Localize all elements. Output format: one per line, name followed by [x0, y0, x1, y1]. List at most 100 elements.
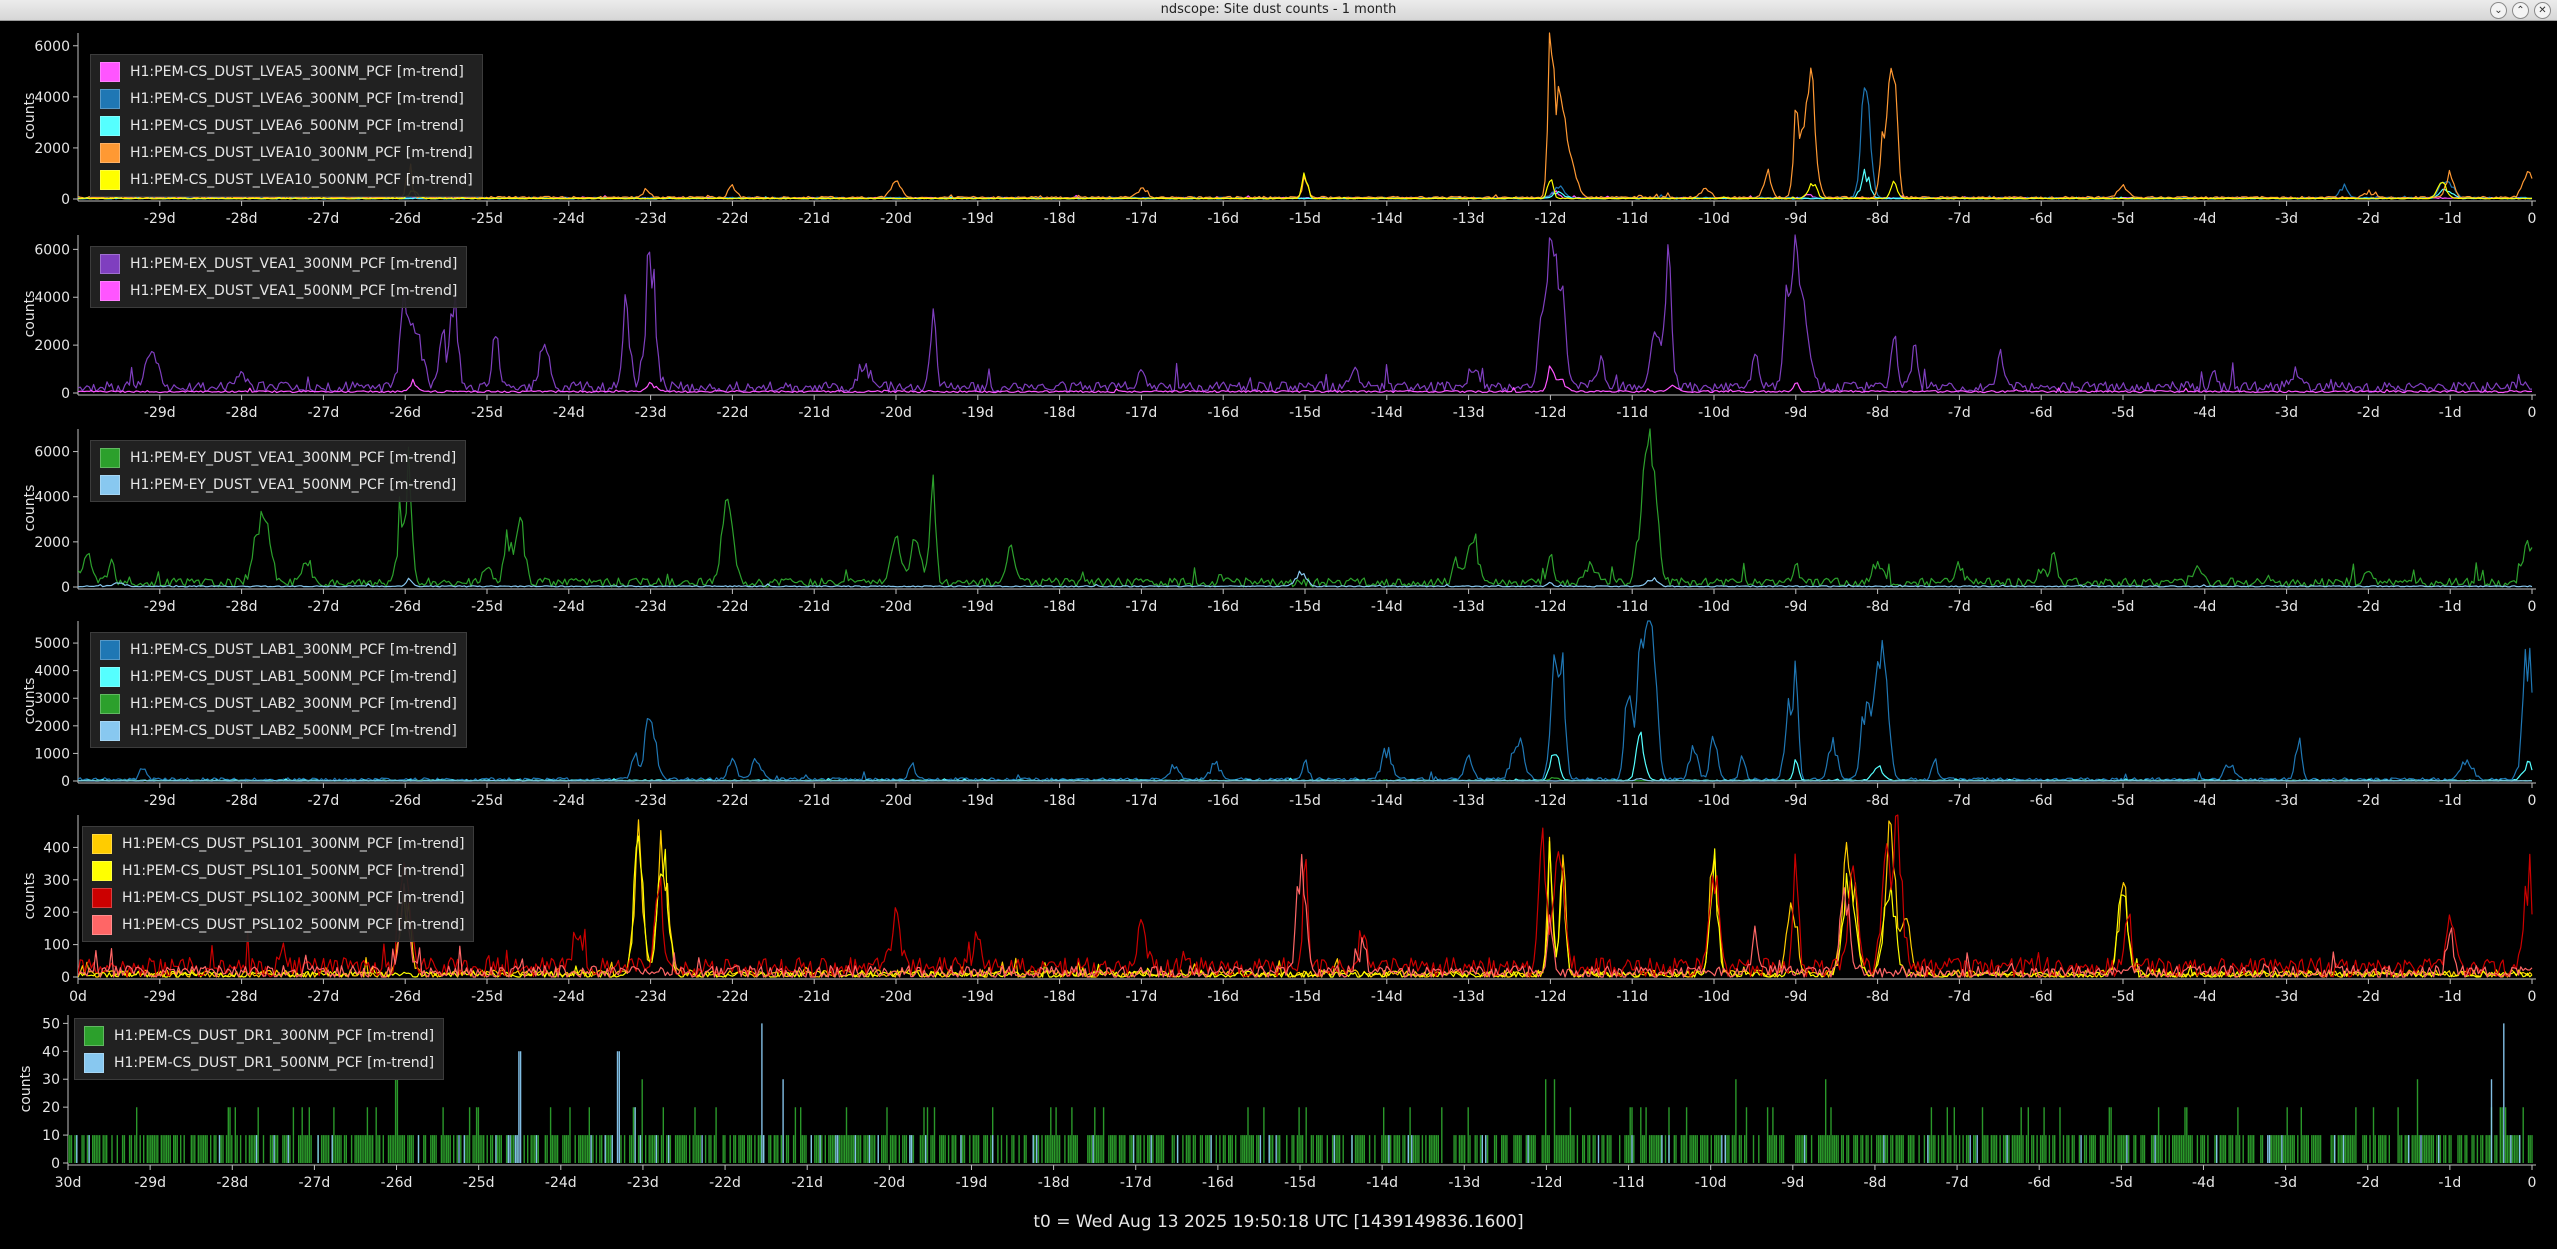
y-tick-label: 40	[42, 1044, 60, 1060]
y-axis-label: counts	[22, 873, 38, 920]
t0-label: t0 = Wed Aug 13 2025 19:50:18 UTC [14391…	[1033, 1212, 1524, 1232]
legend-panel-5: H1:PEM-CS_DUST_PSL101_300NM_PCF [m-trend…	[82, 826, 475, 942]
x-tick-label: -6d	[2028, 1175, 2051, 1191]
legend-entry[interactable]: H1:PEM-CS_DUST_LAB1_500NM_PCF [m-trend]	[100, 663, 457, 690]
x-tick-label: -26d	[381, 1175, 413, 1191]
legend-entry[interactable]: H1:PEM-CS_DUST_LAB2_300NM_PCF [m-trend]	[100, 690, 457, 717]
x-tick-label: -13d	[1453, 211, 1485, 227]
x-tick-label: -12d	[1535, 211, 1567, 227]
x-tick-label: -11d	[1616, 989, 1648, 1005]
legend-entry[interactable]: H1:PEM-CS_DUST_PSL102_300NM_PCF [m-trend…	[92, 884, 464, 911]
x-tick-label: -14d	[1371, 599, 1403, 615]
legend-entry[interactable]: H1:PEM-CS_DUST_DR1_300NM_PCF [m-trend]	[84, 1022, 434, 1049]
legend-entry[interactable]: H1:PEM-CS_DUST_LAB1_300NM_PCF [m-trend]	[100, 636, 457, 663]
legend-swatch	[100, 474, 120, 495]
x-tick-label: -16d	[1207, 793, 1239, 809]
x-tick-label: -8d	[1866, 599, 1889, 615]
x-tick-label: -19d	[962, 211, 994, 227]
y-axis-label: counts	[22, 678, 38, 725]
maximize-button[interactable]: ⌃	[2512, 2, 2529, 19]
x-tick-label: -27d	[308, 211, 340, 227]
legend-swatch	[100, 142, 120, 163]
x-tick-label: 0	[2528, 989, 2537, 1005]
legend-entry[interactable]: H1:PEM-CS_DUST_PSL101_300NM_PCF [m-trend…	[92, 830, 464, 857]
x-tick-label: -17d	[1126, 211, 1158, 227]
legend-entry[interactable]: H1:PEM-CS_DUST_DR1_500NM_PCF [m-trend]	[84, 1049, 434, 1076]
y-tick-label: 10	[42, 1128, 60, 1144]
x-tick-label: -25d	[471, 211, 503, 227]
legend-label: H1:PEM-CS_DUST_LVEA10_300NM_PCF [m-trend…	[130, 144, 473, 161]
legend-entry[interactable]: H1:PEM-CS_DUST_LVEA6_300NM_PCF [m-trend]	[100, 85, 473, 112]
y-tick-label: 2000	[34, 338, 70, 354]
window-title: ndscope: Site dust counts - 1 month	[1160, 2, 1397, 17]
x-tick-label: -6d	[2030, 405, 2053, 421]
x-tick-label: -28d	[226, 989, 258, 1005]
x-tick-label: -29d	[144, 989, 176, 1005]
x-tick-label: -27d	[308, 793, 340, 809]
x-tick-label: -21d	[791, 1175, 823, 1191]
legend-entry[interactable]: H1:PEM-EX_DUST_VEA1_500NM_PCF [m-trend]	[100, 277, 457, 304]
x-tick-label: -8d	[1864, 1175, 1887, 1191]
x-tick-label: -25d	[471, 989, 503, 1005]
legend-entry[interactable]: H1:PEM-CS_DUST_PSL101_500NM_PCF [m-trend…	[92, 857, 464, 884]
x-tick-label: -24d	[553, 989, 585, 1005]
legend-entry[interactable]: H1:PEM-CS_DUST_LVEA10_500NM_PCF [m-trend…	[100, 166, 473, 193]
x-tick-label: -3d	[2275, 793, 2298, 809]
x-tick-label: -10d	[1698, 793, 1730, 809]
x-tick-label: -1d	[2439, 989, 2462, 1005]
close-button[interactable]: ✕	[2534, 2, 2551, 19]
y-tick-label: 30	[42, 1072, 60, 1088]
x-tick-label: -21d	[798, 599, 830, 615]
x-tick-label: -22d	[717, 989, 749, 1005]
legend-entry[interactable]: H1:PEM-CS_DUST_PSL102_500NM_PCF [m-trend…	[92, 911, 464, 938]
y-tick-label: 6000	[34, 39, 70, 55]
legend-entry[interactable]: H1:PEM-CS_DUST_LVEA10_300NM_PCF [m-trend…	[100, 139, 473, 166]
x-tick-label: -17d	[1126, 793, 1158, 809]
y-axis-label: counts	[18, 1066, 34, 1113]
x-tick-label: -7d	[1948, 211, 1971, 227]
y-tick-label: 0	[51, 1156, 60, 1172]
x-tick-label: -26d	[389, 793, 421, 809]
x-tick-label: -16d	[1207, 989, 1239, 1005]
legend-swatch	[100, 115, 120, 136]
x-tick-label: -15d	[1284, 1175, 1316, 1191]
legend-swatch	[100, 639, 120, 660]
y-tick-label: 200	[43, 905, 70, 921]
x-tick-label: -22d	[709, 1175, 741, 1191]
x-tick-label: -10d	[1695, 1175, 1727, 1191]
legend-label: H1:PEM-CS_DUST_LAB1_500NM_PCF [m-trend]	[130, 668, 457, 685]
x-tick-label: -19d	[962, 793, 994, 809]
x-tick-label: -5d	[2110, 1175, 2133, 1191]
legend-entry[interactable]: H1:PEM-EY_DUST_VEA1_500NM_PCF [m-trend]	[100, 471, 456, 498]
x-tick-label: -22d	[717, 599, 749, 615]
legend-label: H1:PEM-CS_DUST_LVEA5_300NM_PCF [m-trend]	[130, 63, 464, 80]
x-tick-label: -4d	[2193, 405, 2216, 421]
legend-swatch	[92, 914, 112, 935]
x-tick-label: -1d	[2439, 793, 2462, 809]
legend-entry[interactable]: H1:PEM-CS_DUST_LVEA6_500NM_PCF [m-trend]	[100, 112, 473, 139]
x-tick-label: -8d	[1866, 793, 1889, 809]
x-tick-label: -29d	[134, 1175, 166, 1191]
minimize-button[interactable]: ⌄	[2490, 2, 2507, 19]
x-tick-label: -13d	[1453, 989, 1485, 1005]
x-tick-label: -28d	[226, 599, 258, 615]
x-tick-label: -14d	[1371, 989, 1403, 1005]
legend-entry[interactable]: H1:PEM-EX_DUST_VEA1_300NM_PCF [m-trend]	[100, 250, 457, 277]
y-tick-label: 50	[42, 1016, 60, 1032]
legend-label: H1:PEM-EX_DUST_VEA1_500NM_PCF [m-trend]	[130, 282, 458, 299]
x-tick-label: -26d	[389, 599, 421, 615]
x-tick-label: -24d	[553, 793, 585, 809]
legend-entry[interactable]: H1:PEM-EY_DUST_VEA1_300NM_PCF [m-trend]	[100, 444, 456, 471]
x-tick-label: -10d	[1698, 599, 1730, 615]
window-titlebar: ndscope: Site dust counts - 1 month ⌄ ⌃ …	[0, 0, 2557, 21]
x-tick-label: -2d	[2357, 989, 2380, 1005]
legend-label: H1:PEM-CS_DUST_DR1_300NM_PCF [m-trend]	[114, 1027, 435, 1044]
x-tick-label: -26d	[389, 211, 421, 227]
x-tick-label: -8d	[1866, 211, 1889, 227]
legend-entry[interactable]: H1:PEM-CS_DUST_LAB2_500NM_PCF [m-trend]	[100, 717, 457, 744]
x-tick-label: -8d	[1866, 989, 1889, 1005]
legend-entry[interactable]: H1:PEM-CS_DUST_LVEA5_300NM_PCF [m-trend]	[100, 58, 473, 85]
x-tick-label: -25d	[471, 405, 503, 421]
x-tick-label: -1d	[2439, 599, 2462, 615]
legend-swatch	[92, 833, 112, 854]
